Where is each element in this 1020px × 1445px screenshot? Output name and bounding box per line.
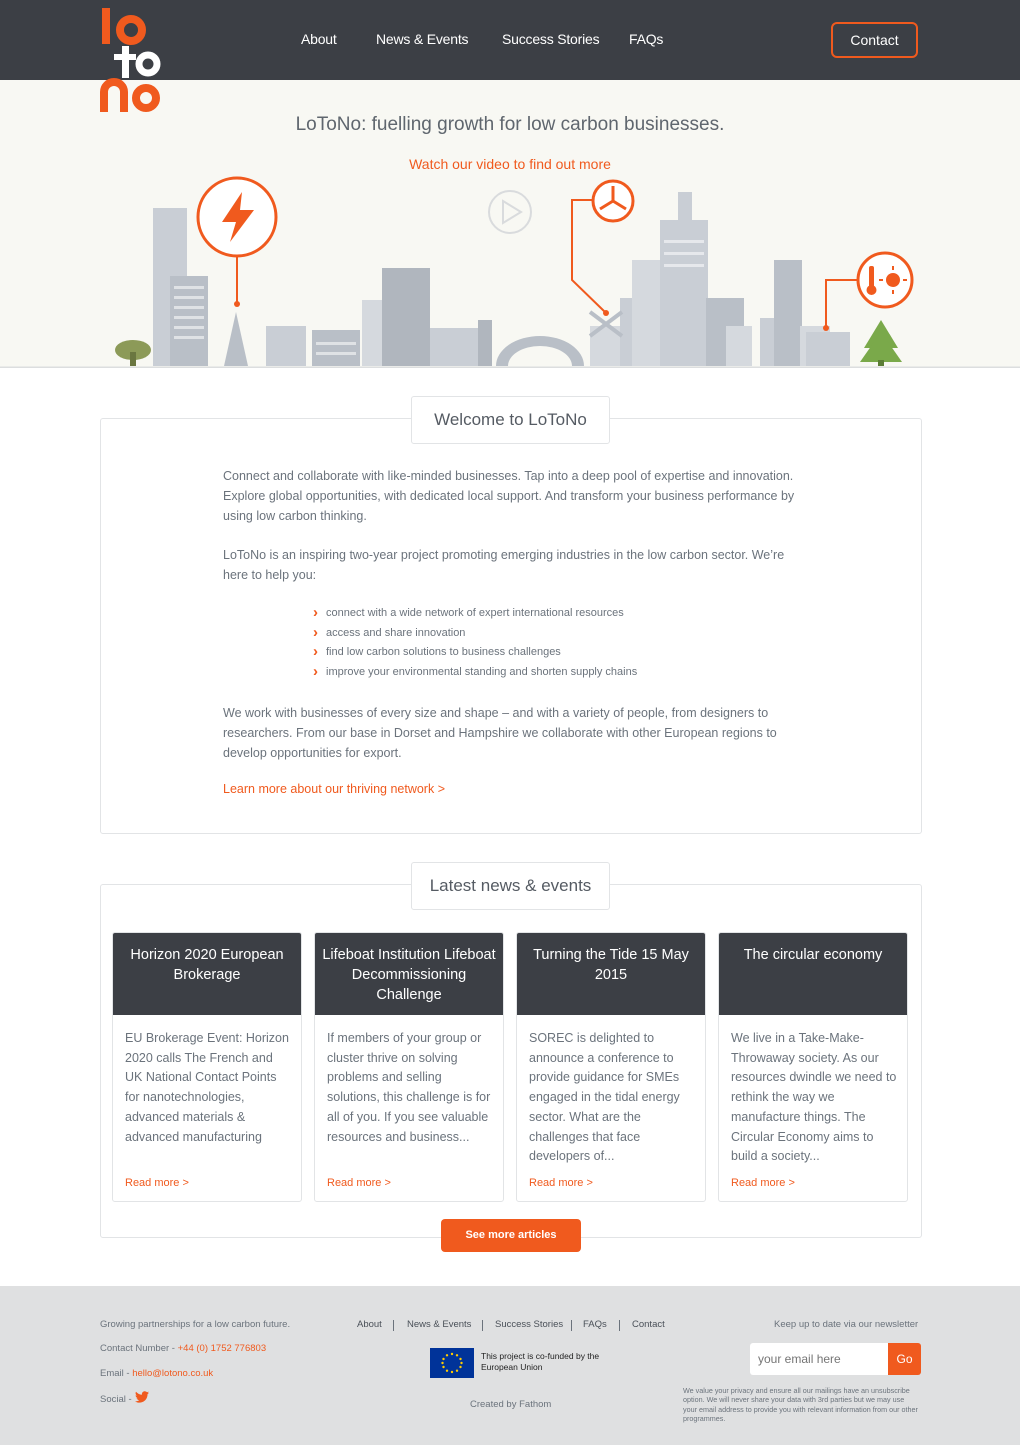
see-more-articles-button[interactable]: See more articles — [441, 1219, 581, 1252]
footer-nav-news-events[interactable]: News & Events — [407, 1319, 471, 1330]
read-more-link[interactable]: Read more > — [327, 1177, 391, 1189]
temperature-icon — [856, 251, 914, 309]
hero-title: LoToNo: fuelling growth for low carbon b… — [295, 114, 725, 135]
read-more-link[interactable]: Read more > — [529, 1177, 593, 1189]
news-card[interactable]: Horizon 2020 European Brokerage EU Broke… — [112, 932, 302, 1202]
footer-nav-success-stories[interactable]: Success Stories — [495, 1319, 563, 1330]
email-label: Email - — [100, 1368, 133, 1379]
list-item: improve your environmental standing and … — [313, 662, 713, 683]
footer-social: Social - — [100, 1394, 132, 1405]
welcome-paragraph-3: We work with businesses of every size an… — [223, 706, 777, 760]
twitter-icon[interactable] — [135, 1391, 149, 1403]
nav-faqs[interactable]: FAQs — [629, 31, 663, 47]
nav-success-stories[interactable]: Success Stories — [502, 31, 600, 47]
footer-nav-faqs[interactable]: FAQs — [583, 1319, 607, 1330]
list-item: find low carbon solutions to business ch… — [313, 642, 713, 663]
created-by-text: Created by Fathom — [470, 1399, 552, 1410]
welcome-heading: Welcome to LoToNo — [411, 396, 610, 444]
phone-link[interactable]: +44 (0) 1752 776803 — [178, 1343, 266, 1354]
footer-phone: Contact Number - +44 (0) 1752 776803 — [100, 1343, 266, 1354]
play-icon[interactable] — [488, 190, 532, 234]
list-item: access and share innovation — [313, 623, 713, 644]
divider — [393, 1320, 394, 1331]
email-link[interactable]: hello@lotono.co.uk — [132, 1368, 213, 1379]
news-card-excerpt: EU Brokerage Event: Horizon 2020 calls T… — [125, 1031, 289, 1144]
news-card[interactable]: The circular economy We live in a Take-M… — [718, 932, 908, 1202]
news-card-title[interactable]: The circular economy — [719, 933, 907, 1015]
lotono-logo[interactable] — [98, 6, 162, 114]
hero-section: LoToNo: fuelling growth for low carbon b… — [0, 80, 1020, 368]
footer-email: Email - hello@lotono.co.uk — [100, 1368, 213, 1379]
newsletter-label: Keep up to date via our newsletter — [774, 1319, 919, 1330]
divider — [482, 1320, 483, 1331]
social-label: Social - — [100, 1394, 132, 1405]
footer-nav-contact[interactable]: Contact — [632, 1319, 665, 1330]
read-more-link[interactable]: Read more > — [731, 1177, 795, 1189]
news-card-title[interactable]: Turning the Tide 15 May 2015 — [517, 933, 705, 1015]
newsletter-email-input[interactable] — [750, 1343, 888, 1375]
pine-tree-icon — [860, 320, 902, 366]
read-more-link[interactable]: Read more > — [125, 1177, 189, 1189]
divider — [571, 1320, 572, 1331]
nav-news-events[interactable]: News & Events — [376, 31, 469, 47]
tree-icon — [115, 340, 151, 366]
divider — [619, 1320, 620, 1331]
newsletter-go-button[interactable]: Go — [888, 1343, 921, 1375]
nav-about[interactable]: About — [301, 31, 337, 47]
list-item: connect with a wide network of expert in… — [313, 603, 713, 624]
welcome-paragraph-2: LoToNo is an inspiring two-year project … — [223, 548, 785, 582]
news-card-title[interactable]: Horizon 2020 European Brokerage — [113, 933, 301, 1015]
news-card-excerpt: If members of your group or cluster thri… — [327, 1031, 491, 1144]
eu-flag-icon — [430, 1348, 474, 1378]
lightning-icon — [196, 176, 278, 258]
footer-nav-about[interactable]: About — [357, 1319, 382, 1330]
eu-funding-text: This project is co-funded by the Europea… — [481, 1351, 600, 1372]
wind-turbine-icon — [591, 179, 635, 223]
news-card-title[interactable]: Lifeboat Institution Lifeboat Decommissi… — [315, 933, 503, 1015]
benefits-list: connect with a wide network of expert in… — [313, 603, 713, 683]
privacy-notice: We value your privacy and ensure all our… — [683, 1386, 918, 1424]
news-card-excerpt: We live in a Take-Make-Throwaway society… — [731, 1031, 897, 1164]
news-card[interactable]: Turning the Tide 15 May 2015 SOREC is de… — [516, 932, 706, 1202]
news-card-excerpt: SOREC is delighted to announce a confere… — [529, 1031, 680, 1164]
watch-video-link[interactable]: Watch our video to find out more — [0, 156, 1020, 172]
learn-more-link[interactable]: Learn more about our thriving network > — [223, 782, 445, 796]
news-card[interactable]: Lifeboat Institution Lifeboat Decommissi… — [314, 932, 504, 1202]
welcome-paragraph-1: Connect and collaborate with like-minded… — [223, 469, 795, 523]
news-heading: Latest news & events — [411, 862, 610, 910]
phone-label: Contact Number - — [100, 1343, 178, 1354]
contact-button[interactable]: Contact — [831, 22, 918, 58]
